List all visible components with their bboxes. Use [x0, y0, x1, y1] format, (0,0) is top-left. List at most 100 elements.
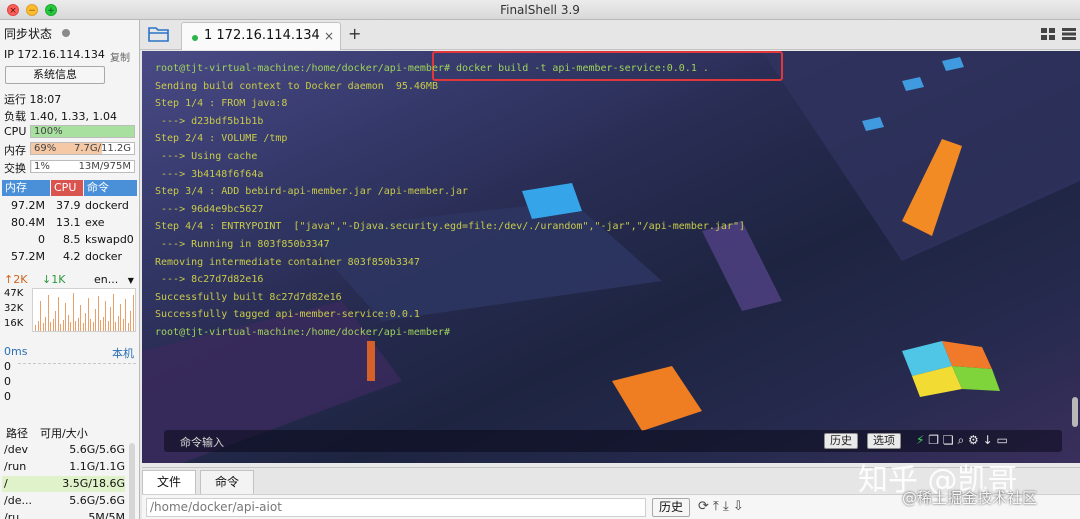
close-tab-icon[interactable]: ×	[324, 29, 334, 43]
traffic-spike	[127, 323, 129, 331]
swap-usage-bar: 1% 13M/975M	[30, 160, 135, 173]
traffic-spike	[107, 321, 109, 331]
tab-files[interactable]: 文件	[142, 470, 197, 494]
terminal-line: Step 4/4 : ENTRYPOINT ["java","-Djava.se…	[155, 221, 746, 233]
refresh-icon[interactable]: ⟳	[698, 499, 709, 514]
sync-status-indicator-icon	[62, 29, 70, 37]
traffic-spike	[122, 319, 124, 331]
download-icon[interactable]: ⤓	[723, 499, 729, 514]
process-cmd: kswapd0	[85, 233, 134, 246]
search-icon[interactable]: ⌕	[957, 433, 964, 447]
swap-usage-fill	[31, 161, 33, 172]
disk-path: /dev	[4, 443, 28, 456]
process-mem: 0	[38, 233, 45, 246]
traffic-spike	[85, 313, 86, 331]
system-info-button[interactable]: 系统信息	[5, 66, 105, 84]
disk-size: 3.5G/18.6G	[62, 477, 125, 490]
window-title: FinalShell 3.9	[500, 3, 580, 17]
traffic-spike	[57, 297, 59, 331]
traffic-spike	[42, 323, 44, 331]
terminal-line: Step 1/4 : FROM java:8	[155, 98, 288, 110]
upload-icon[interactable]: ⤒	[713, 499, 719, 514]
lightning-icon[interactable]: ⚡	[916, 433, 924, 447]
traffic-spike	[125, 299, 126, 331]
path-history-button[interactable]: 历史	[652, 498, 690, 517]
disk-path: /	[4, 477, 8, 490]
open-folder-button[interactable]	[148, 25, 172, 45]
process-cpu: 37.9	[56, 199, 81, 212]
process-cpu: 8.5	[63, 233, 81, 246]
download-icon[interactable]: ↓	[983, 433, 993, 447]
command-input-bar[interactable]: 命令输入 历史 选项 ⚡ ❐ ❏ ⌕ ⚙ ↓ ▭	[164, 430, 1062, 452]
sync-status-label: 同步状态	[4, 27, 53, 41]
history-button[interactable]: 历史	[824, 433, 858, 449]
command-input-placeholder[interactable]: 命令输入	[180, 434, 224, 450]
net-download-rate: ↓1K	[42, 273, 66, 286]
traffic-spike	[40, 301, 41, 331]
ping-host-label[interactable]: 本机	[112, 345, 134, 361]
swap-percent: 1%	[34, 161, 50, 172]
traffic-spike	[82, 323, 84, 331]
traffic-spike	[87, 298, 89, 331]
traffic-spike	[132, 295, 134, 331]
terminal-panel[interactable]: root@tjt-virtual-machine:/home/docker/ap…	[142, 51, 1080, 463]
arrow-down-icon: ↓	[42, 273, 52, 286]
system-monitor-sidebar: 同步状态 IP 172.16.114.134 复制 系统信息 运行 18:07 …	[0, 20, 140, 519]
process-header-cpu[interactable]: CPU	[51, 180, 83, 196]
disk-header-path[interactable]: 路径	[6, 425, 28, 441]
terminal-scrollbar[interactable]	[1072, 397, 1078, 427]
process-header-mem[interactable]: 内存	[2, 180, 50, 196]
load-average-text: 负载 1.40, 1.33, 1.04	[4, 110, 117, 123]
session-tab-label: 1 172.16.114.134	[204, 28, 320, 43]
traffic-spike	[75, 321, 76, 331]
traffic-spike	[130, 311, 131, 331]
process-header-cmd[interactable]: 命令	[84, 180, 137, 196]
process-mem: 57.2M	[11, 250, 45, 263]
net-interface-select[interactable]: en... ▼	[94, 273, 134, 286]
disk-path: /run	[4, 460, 27, 473]
mem-percent: 69%	[34, 143, 57, 154]
swap-usage-value: 13M/975M	[78, 161, 131, 172]
net-scale-mid: 32K	[4, 303, 24, 314]
transfer-icon[interactable]: ⇩	[733, 499, 744, 514]
terminal-line: ---> Using cache	[155, 150, 258, 162]
watermark-juejin: @稀土掘金技术社区	[902, 489, 1038, 507]
process-cpu: 4.2	[63, 250, 81, 263]
traffic-spike	[70, 322, 71, 331]
list-view-icon[interactable]	[1062, 28, 1076, 40]
traffic-spike	[50, 322, 51, 331]
copy-icon[interactable]: ❐	[928, 433, 939, 447]
mem-usage-bar: 69% 7.7G/11.2G	[30, 142, 135, 155]
process-cmd: exe	[85, 216, 105, 229]
terminal-line: ---> Running in 803f850b3347	[155, 238, 330, 250]
process-mem: 80.4M	[11, 216, 45, 229]
terminal-line: root@tjt-virtual-machine:/home/docker/ap…	[155, 326, 451, 338]
swap-label: 交换	[4, 162, 26, 175]
mem-usage-value: 7.7G/11.2G	[73, 143, 131, 154]
traffic-spike	[117, 316, 119, 331]
traffic-spike	[92, 322, 94, 331]
options-button[interactable]: 选项	[867, 433, 901, 449]
grid-view-icon[interactable]	[1040, 28, 1055, 40]
cpu-usage-value: 100%	[34, 126, 63, 137]
gear-icon[interactable]: ⚙	[968, 433, 979, 447]
ping-value: 0	[4, 390, 11, 403]
add-tab-button[interactable]: +	[348, 24, 361, 43]
traffic-spike	[52, 319, 54, 331]
traffic-spike	[105, 301, 106, 331]
copy-ip-link[interactable]: 复制	[110, 49, 130, 64]
session-tab[interactable]: 1 172.16.114.134 ×	[181, 22, 341, 50]
paste-icon[interactable]: ❏	[943, 433, 954, 447]
traffic-spike	[72, 293, 74, 331]
tab-commands[interactable]: 命令	[200, 470, 255, 494]
terminal-line: ---> 96d4e9bc5627	[155, 203, 264, 215]
traffic-spike	[80, 305, 81, 331]
window-titlebar: × − + FinalShell 3.9	[0, 0, 1080, 20]
terminal-line: root@tjt-virtual-machine:/home/docker/ap…	[155, 63, 709, 74]
traffic-spike	[120, 304, 121, 331]
disk-header-size[interactable]: 可用/大小	[40, 425, 88, 441]
session-tab-bar: 1 172.16.114.134 × +	[140, 20, 1080, 50]
disk-table-scrollbar[interactable]	[129, 443, 135, 519]
path-input[interactable]: /home/docker/api-aiot	[146, 498, 646, 517]
fullscreen-icon[interactable]: ▭	[997, 433, 1008, 447]
